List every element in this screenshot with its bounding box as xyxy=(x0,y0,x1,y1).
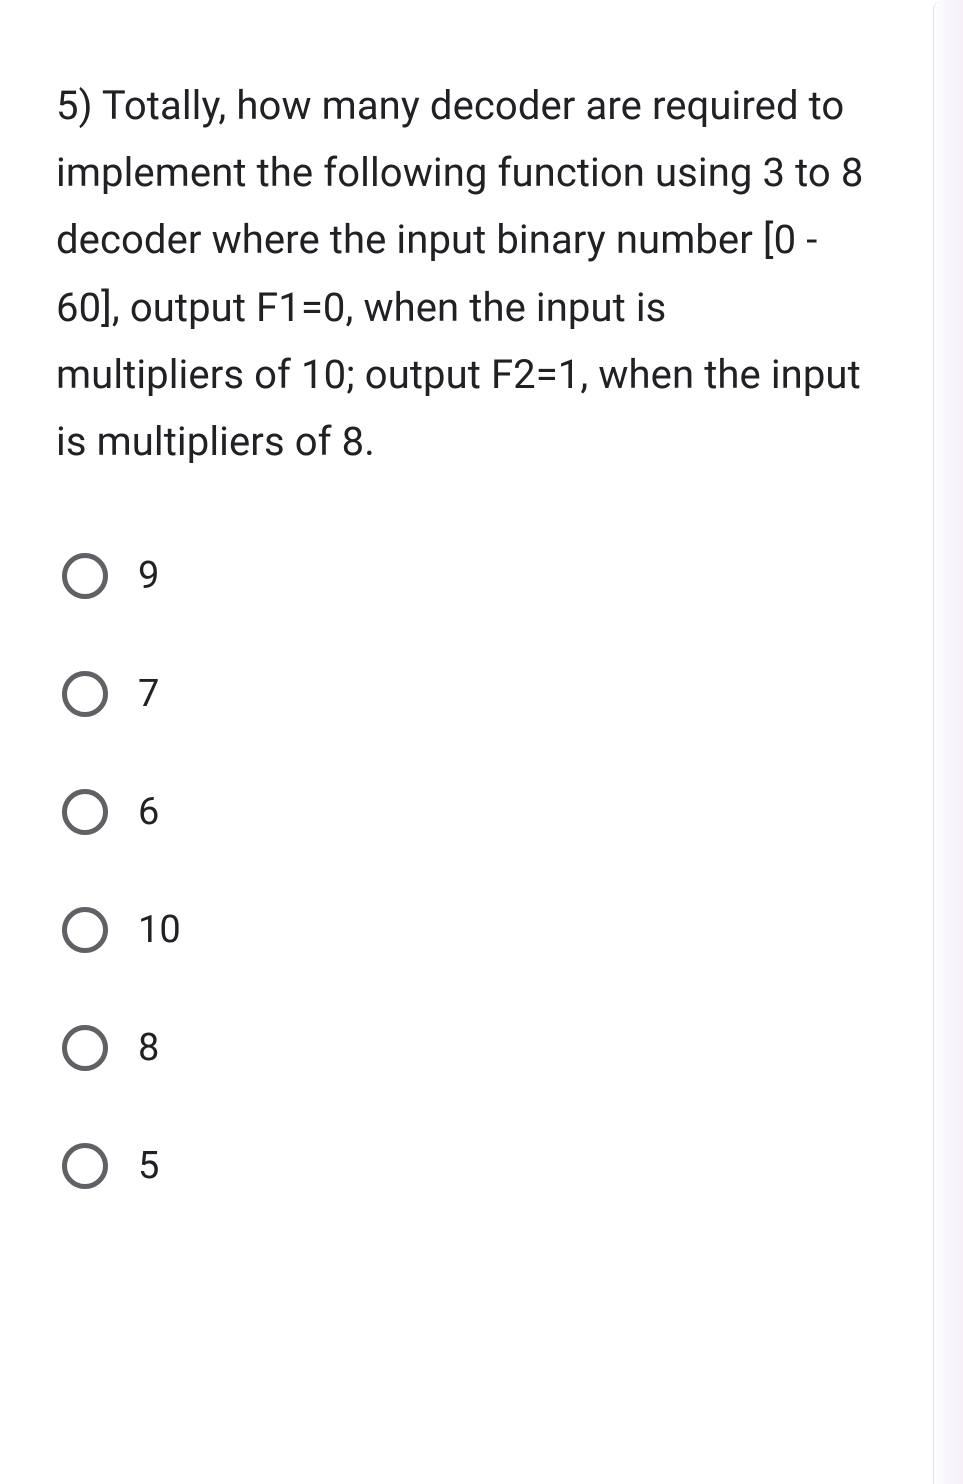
option-label: 9 xyxy=(138,554,159,598)
option-row[interactable]: 8 xyxy=(62,1025,864,1071)
question-card: 5) Totally, how many decoder are require… xyxy=(0,0,920,1229)
radio-icon xyxy=(62,1025,108,1071)
page-edge-decoration xyxy=(933,0,963,1484)
option-row[interactable]: 6 xyxy=(62,789,864,835)
question-text: 5) Totally, how many decoder are require… xyxy=(56,72,864,475)
radio-icon xyxy=(62,1143,108,1189)
option-row[interactable]: 7 xyxy=(62,671,864,717)
option-label: 6 xyxy=(138,790,159,834)
option-label: 5 xyxy=(138,1144,159,1188)
option-row[interactable]: 10 xyxy=(62,907,864,953)
options-group: 9 7 6 10 8 5 xyxy=(56,553,864,1189)
option-label: 10 xyxy=(138,908,181,952)
radio-icon xyxy=(62,907,108,953)
option-row[interactable]: 9 xyxy=(62,553,864,599)
radio-icon xyxy=(62,553,108,599)
radio-icon xyxy=(62,671,108,717)
radio-icon xyxy=(62,789,108,835)
option-label: 8 xyxy=(138,1026,159,1070)
option-row[interactable]: 5 xyxy=(62,1143,864,1189)
option-label: 7 xyxy=(138,672,159,716)
